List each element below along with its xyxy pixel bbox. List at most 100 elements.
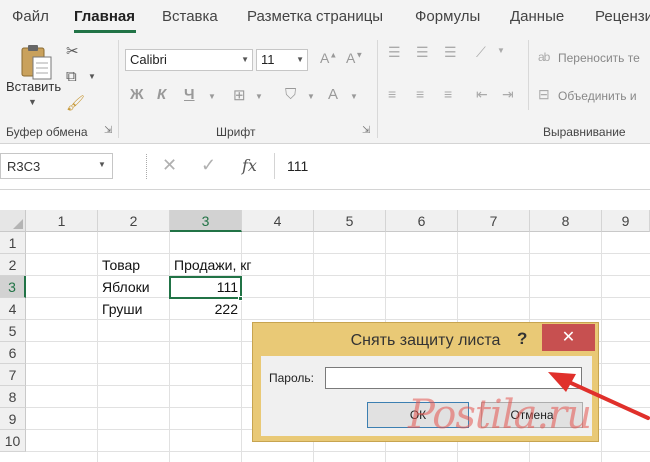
fill-dropdown-icon[interactable]: ▼ (307, 92, 315, 101)
column-header[interactable]: 1 (26, 210, 98, 232)
formula-bar-grip[interactable] (146, 154, 150, 179)
orientation-dropdown-icon[interactable]: ▼ (497, 46, 505, 55)
alignment-group-label: Выравнивание (543, 125, 626, 139)
group-divider (377, 40, 378, 138)
increase-indent-icon[interactable]: ⇥ (502, 86, 514, 103)
group-divider (528, 40, 529, 110)
row-header[interactable]: 6 (0, 342, 26, 364)
clipboard-launcher-icon[interactable]: ⇲ (104, 125, 112, 136)
cell-header-product[interactable]: Товар (98, 254, 144, 276)
column-header[interactable]: 4 (242, 210, 314, 232)
underline-dropdown-icon[interactable]: ▼ (208, 92, 216, 101)
tab-insert[interactable]: Вставка (162, 8, 218, 25)
paste-button-label[interactable]: Вставить (6, 79, 61, 94)
tab-formulas[interactable]: Формулы (415, 8, 480, 25)
column-header[interactable]: 7 (458, 210, 530, 232)
ribbon-home: Вставить ▼ ✂ ⧉ ▼ 🖌 Буфер обмена ⇲ Calibr… (0, 34, 650, 144)
row-header[interactable]: 2 (0, 254, 26, 276)
borders-icon[interactable]: ⊞ (233, 86, 246, 104)
password-label: Пароль: (269, 371, 314, 385)
clipboard-group-label: Буфер обмена (6, 125, 88, 139)
close-button[interactable]: ✕ (542, 324, 595, 351)
column-header[interactable]: 2 (98, 210, 170, 232)
row-header[interactable]: 5 (0, 320, 26, 342)
active-tab-indicator (74, 30, 136, 33)
select-all-button[interactable] (0, 210, 26, 232)
font-size-select[interactable]: 11 ▼ (256, 49, 308, 71)
underline-button[interactable]: Ч (184, 86, 195, 103)
bold-button[interactable]: Ж (130, 86, 144, 103)
cut-icon[interactable]: ✂ (66, 42, 79, 60)
borders-dropdown-icon[interactable]: ▼ (255, 92, 263, 101)
row-header[interactable]: 9 (0, 408, 26, 430)
paste-dropdown-icon[interactable]: ▼ (28, 97, 37, 107)
align-right-icon[interactable]: ≡ (444, 86, 452, 102)
fill-color-icon[interactable]: ⛉ (285, 86, 296, 103)
cell-header-sales[interactable]: Продажи, кг (170, 254, 255, 276)
font-color-dropdown-icon[interactable]: ▼ (350, 92, 358, 101)
column-header[interactable]: 8 (530, 210, 602, 232)
column-header[interactable]: 6 (386, 210, 458, 232)
font-name-select[interactable]: Calibri ▼ (125, 49, 253, 71)
formula-bar: R3C3 ▼ ✕ ✓ fx 111 (0, 144, 650, 190)
paste-icon[interactable] (20, 44, 54, 80)
row-header[interactable]: 10 (0, 430, 26, 452)
chevron-down-icon: ▼ (241, 55, 249, 64)
chevron-down-icon: ▼ (296, 55, 304, 64)
column-header[interactable]: 5 (314, 210, 386, 232)
align-top-icon[interactable]: ☰ (388, 44, 401, 61)
copy-dropdown-icon[interactable]: ▼ (88, 72, 96, 81)
function-icon[interactable]: fx (242, 156, 257, 175)
tab-file[interactable]: Файл (12, 8, 49, 25)
font-name-value: Calibri (130, 52, 167, 67)
ribbon-tabs: Файл Главная Вставка Разметка страницы Ф… (0, 0, 650, 34)
name-box-value: R3C3 (7, 159, 41, 174)
tab-home[interactable]: Главная (74, 8, 135, 25)
cell-product[interactable]: Яблоки (98, 276, 154, 298)
font-color-icon[interactable]: A (328, 86, 338, 103)
cell-sales[interactable]: 222 (170, 298, 242, 320)
font-size-value: 11 (261, 52, 275, 67)
fill-handle[interactable] (238, 296, 243, 301)
name-box[interactable]: R3C3 (0, 153, 113, 179)
row-header[interactable]: 4 (0, 298, 26, 320)
row-header[interactable]: 1 (0, 232, 26, 254)
watermark: Postila.ru (408, 392, 592, 438)
merge-button[interactable]: Объединить и (558, 89, 637, 103)
tab-review[interactable]: Рецензи (595, 8, 650, 25)
align-middle-icon[interactable]: ☰ (416, 44, 429, 61)
tab-page-layout[interactable]: Разметка страницы (247, 8, 383, 25)
cell-product[interactable]: Груши (98, 298, 146, 320)
active-cell-border (169, 276, 242, 299)
enter-icon[interactable]: ✓ (201, 155, 216, 176)
tab-data[interactable]: Данные (510, 8, 564, 25)
column-header-selected[interactable]: 3 (170, 210, 242, 232)
row-header[interactable]: 8 (0, 386, 26, 408)
wrap-text-button[interactable]: Переносить те (558, 51, 640, 65)
group-divider (118, 40, 119, 138)
password-input[interactable] (325, 367, 582, 389)
align-left-icon[interactable]: ≡ (388, 86, 396, 102)
cancel-icon[interactable]: ✕ (162, 155, 177, 176)
font-launcher-icon[interactable]: ⇲ (362, 125, 370, 136)
wrap-text-icon[interactable]: ab (538, 50, 550, 64)
increase-font-icon[interactable]: A▲ (320, 50, 337, 66)
copy-icon[interactable]: ⧉ (66, 68, 77, 85)
gridline (601, 232, 602, 462)
row-header-selected[interactable]: 3 (0, 276, 26, 298)
help-icon[interactable]: ? (517, 329, 527, 349)
format-painter-icon[interactable]: 🖌 (66, 94, 85, 112)
font-group-label: Шрифт (216, 125, 256, 139)
decrease-indent-icon[interactable]: ⇤ (476, 86, 488, 103)
align-center-icon[interactable]: ≡ (416, 86, 424, 102)
align-bottom-icon[interactable]: ☰ (444, 44, 457, 61)
merge-icon[interactable]: ⊟ (538, 86, 550, 103)
chevron-down-icon[interactable]: ▼ (98, 160, 106, 169)
decrease-font-icon[interactable]: A▼ (346, 50, 363, 66)
italic-button[interactable]: К (157, 86, 166, 103)
column-header[interactable]: 9 (602, 210, 650, 232)
row-header[interactable]: 7 (0, 364, 26, 386)
orientation-icon[interactable]: ⟋ (476, 44, 486, 61)
formula-input[interactable]: 111 (274, 153, 650, 179)
gridline (26, 451, 650, 452)
